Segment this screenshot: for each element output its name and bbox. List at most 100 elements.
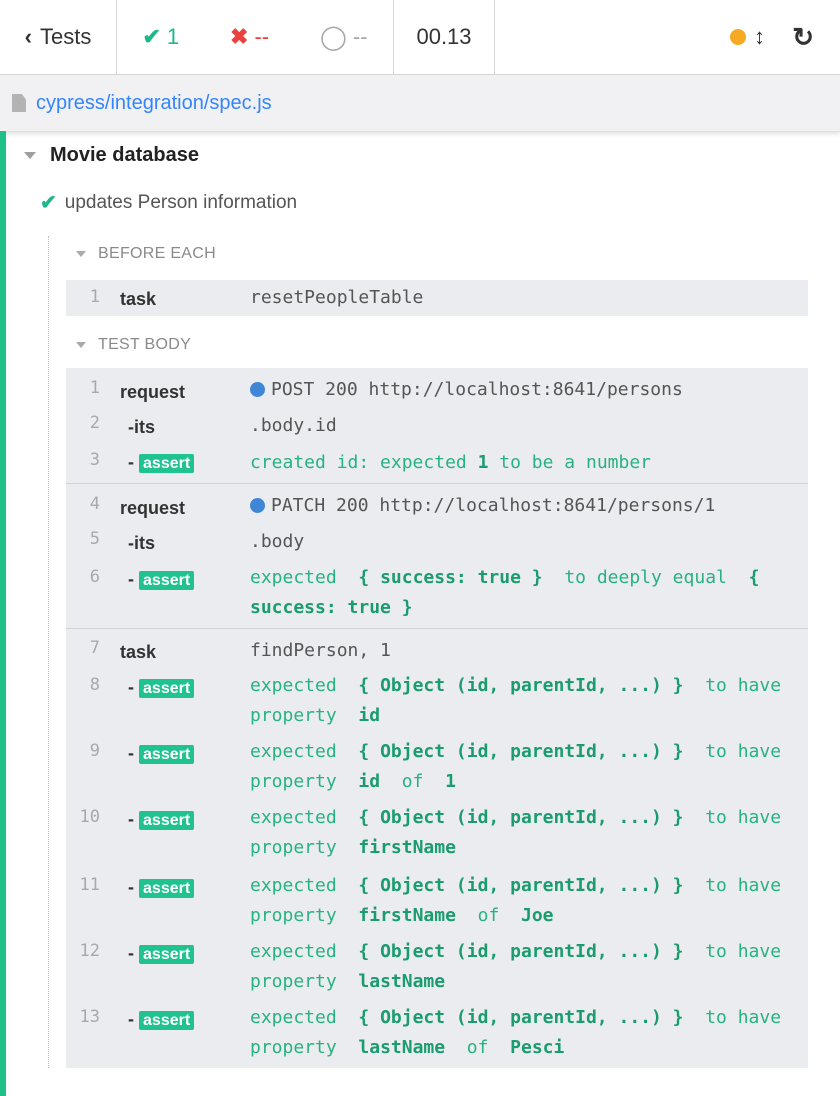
- command-row[interactable]: 2 -its .body.id: [66, 409, 808, 441]
- command-message: POST 200 http://localhost:8641/persons: [250, 375, 802, 405]
- test-body-commands: 1 request POST 200 http://localhost:8641…: [66, 368, 808, 1068]
- command-number: 4: [89, 494, 100, 514]
- command-name: - assert: [128, 569, 195, 590]
- command-row[interactable]: 7 task findPerson, 1: [66, 634, 808, 666]
- vertical-arrows-icon: ↕: [754, 24, 765, 49]
- msg-value: 1: [477, 452, 489, 473]
- msg-value: { Object (id, parentId, ...) }: [358, 807, 684, 828]
- command-row[interactable]: 1 task resetPeopleTable: [66, 283, 808, 313]
- test-body-header[interactable]: TEST BODY: [76, 336, 191, 354]
- msg-part: created id: expected: [250, 452, 467, 473]
- command-number: 12: [79, 941, 100, 961]
- spinner-icon: ◯: [320, 23, 347, 51]
- msg-part: to be a number: [499, 452, 651, 473]
- collapse-triangle-icon: [76, 342, 86, 348]
- command-number: 1: [89, 287, 100, 307]
- assert-badge: assert: [139, 945, 195, 964]
- msg-part: of: [477, 905, 500, 926]
- command-message: expected { Object (id, parentId, ...) } …: [250, 871, 802, 931]
- command-number: 9: [89, 741, 100, 761]
- dash: -: [128, 1009, 134, 1029]
- dash: -: [128, 877, 134, 897]
- before-each-label: BEFORE EACH: [98, 245, 216, 262]
- assert-badge: assert: [139, 879, 195, 898]
- reload-icon[interactable]: ↻: [792, 22, 814, 53]
- msg-part: expected: [250, 1007, 337, 1028]
- command-message: created id: expected 1 to be a number: [250, 448, 802, 478]
- command-group-divider: [66, 483, 808, 484]
- command-row[interactable]: 4 request PATCH 200 http://localhost:864…: [66, 489, 808, 521]
- command-message: .body: [250, 531, 305, 552]
- command-message: expected { Object (id, parentId, ...) } …: [250, 671, 802, 731]
- command-row[interactable]: 6 - assert expected { success: true } to…: [66, 563, 808, 623]
- msg-value: firstName: [358, 905, 456, 926]
- collapse-triangle-icon: [24, 152, 36, 159]
- command-row[interactable]: 11 - assert expected { Object (id, paren…: [66, 871, 808, 933]
- command-message: expected { success: true } to deeply equ…: [250, 563, 802, 623]
- msg-value: Joe: [521, 905, 554, 926]
- before-each-header[interactable]: BEFORE EACH: [76, 245, 216, 263]
- msg-value: lastName: [358, 1037, 446, 1058]
- dash: -: [128, 677, 134, 697]
- x-icon: ✖: [230, 24, 249, 49]
- msg-value: id: [358, 771, 381, 792]
- hook-indent-line: [48, 236, 49, 1068]
- command-message: findPerson, 1: [250, 640, 391, 661]
- file-icon: [12, 94, 26, 112]
- tests-back-button[interactable]: ‹ Tests: [0, 0, 117, 74]
- command-number: 8: [89, 675, 100, 695]
- msg-part: expected: [250, 567, 337, 588]
- command-name: request: [120, 498, 186, 518]
- msg-part: expected: [250, 741, 337, 762]
- command-number: 11: [79, 875, 100, 895]
- msg-part: expected: [250, 675, 337, 696]
- pending-count: --: [352, 24, 368, 49]
- test-header[interactable]: ✔ updates Person information: [40, 190, 297, 215]
- command-row[interactable]: 13 - assert expected { Object (id, paren…: [66, 1003, 808, 1065]
- command-row[interactable]: 5 -its .body: [66, 525, 808, 557]
- command-name: - assert: [128, 452, 195, 473]
- msg-part: to deeply equal: [564, 567, 727, 588]
- command-row[interactable]: 3 - assert created id: expected 1 to be …: [66, 446, 808, 478]
- msg-value: lastName: [358, 971, 446, 992]
- assert-badge: assert: [139, 454, 195, 473]
- assert-badge: assert: [139, 679, 195, 698]
- command-row[interactable]: 10 - assert expected { Object (id, paren…: [66, 803, 808, 865]
- command-row[interactable]: 8 - assert expected { Object (id, parent…: [66, 671, 808, 733]
- msg-value: { Object (id, parentId, ...) }: [358, 741, 684, 762]
- command-row[interactable]: 1 request POST 200 http://localhost:8641…: [66, 373, 808, 405]
- command-number: 7: [89, 638, 100, 658]
- command-message: expected { Object (id, parentId, ...) } …: [250, 1003, 802, 1063]
- request-url: POST 200 http://localhost:8641/persons: [271, 379, 683, 400]
- command-row[interactable]: 12 - assert expected { Object (id, paren…: [66, 937, 808, 999]
- passed-stat: ✔ 1: [142, 24, 179, 50]
- dash: -: [128, 809, 134, 829]
- msg-value: { Object (id, parentId, ...) }: [358, 675, 684, 696]
- spec-file-link[interactable]: cypress/integration/spec.js: [36, 92, 272, 115]
- request-status-dot-icon: [250, 382, 265, 397]
- command-name: - assert: [128, 877, 195, 898]
- auto-scroll-toggle[interactable]: ↕: [730, 24, 765, 50]
- msg-part: of: [466, 1037, 489, 1058]
- msg-value: { Object (id, parentId, ...) }: [358, 941, 684, 962]
- command-row[interactable]: 9 - assert expected { Object (id, parent…: [66, 737, 808, 799]
- status-dot-icon: [730, 29, 746, 45]
- msg-part: expected: [250, 807, 337, 828]
- msg-value: id: [358, 705, 381, 726]
- check-icon: ✔: [142, 24, 161, 49]
- command-name: - assert: [128, 1009, 195, 1030]
- assert-badge: assert: [139, 571, 195, 590]
- suite-header[interactable]: Movie database: [24, 144, 199, 167]
- dash: -: [128, 743, 134, 763]
- msg-value: { Object (id, parentId, ...) }: [358, 875, 684, 896]
- msg-part: expected: [250, 875, 337, 896]
- command-name: - assert: [128, 943, 195, 964]
- command-message: expected { Object (id, parentId, ...) } …: [250, 803, 802, 863]
- duration-value: 00.13: [416, 24, 472, 49]
- command-name: -its: [128, 417, 155, 437]
- assert-badge: assert: [139, 811, 195, 830]
- failed-count: --: [254, 24, 270, 49]
- check-icon: ✔: [40, 192, 57, 214]
- command-number: 5: [89, 529, 100, 549]
- spec-file-bar: cypress/integration/spec.js: [0, 75, 840, 132]
